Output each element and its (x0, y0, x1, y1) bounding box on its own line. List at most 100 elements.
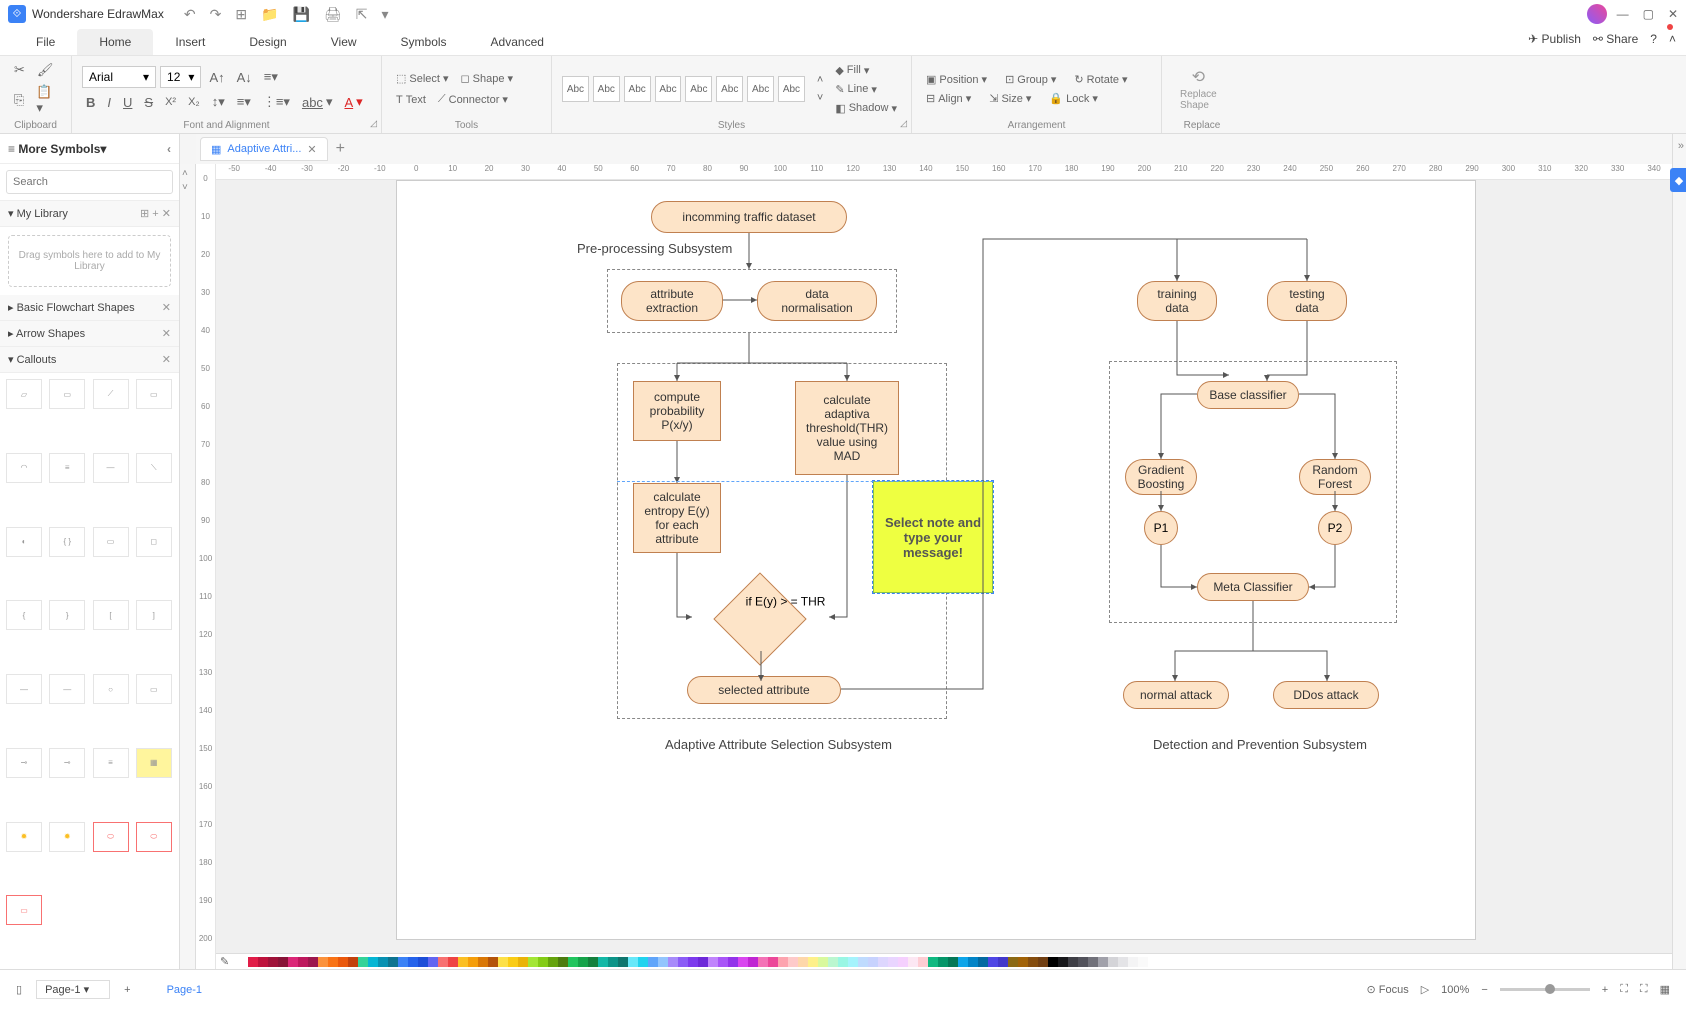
document-tab[interactable]: ▦ Adaptive Attri... ✕ (200, 137, 328, 161)
color-swatch[interactable] (828, 957, 838, 967)
callout-shape[interactable]: ▭ (49, 379, 85, 409)
callout-shape[interactable]: } (49, 600, 85, 630)
text-tool[interactable]: T Text (392, 92, 430, 108)
share-button[interactable]: ⚯ Share (1593, 32, 1638, 46)
zoom-slider[interactable] (1500, 988, 1590, 991)
abc-format-icon[interactable]: abc▾ (298, 92, 337, 112)
color-swatch[interactable] (808, 957, 818, 967)
node-selected-attr[interactable]: selected attribute (687, 676, 841, 704)
color-swatch[interactable] (938, 957, 948, 967)
color-swatch[interactable] (378, 957, 388, 967)
color-swatch[interactable] (448, 957, 458, 967)
color-swatch[interactable] (878, 957, 888, 967)
node-testing[interactable]: testing data (1267, 281, 1347, 321)
tab-symbols[interactable]: Symbols (379, 29, 469, 55)
save-icon[interactable]: 💾 (292, 6, 309, 23)
align-h-icon[interactable]: ≡▾ (260, 67, 282, 87)
color-swatch[interactable] (338, 957, 348, 967)
color-swatch[interactable] (1128, 957, 1138, 967)
node-ddos-attack[interactable]: DDos attack (1273, 681, 1379, 709)
expand-right-panel-icon[interactable]: » (1678, 140, 1684, 152)
color-swatch[interactable] (308, 957, 318, 967)
color-swatch[interactable] (1008, 957, 1018, 967)
node-p2[interactable]: P2 (1318, 511, 1352, 545)
callout-box-shape[interactable]: ▭ (6, 895, 42, 925)
more-symbols-label[interactable]: More Symbols (18, 142, 100, 156)
style-preset-3[interactable]: Abc (624, 76, 651, 102)
color-swatch[interactable] (398, 957, 408, 967)
callout-shape[interactable]: ⊸ (49, 748, 85, 778)
strike-icon[interactable]: S (140, 93, 157, 112)
color-swatch[interactable] (858, 957, 868, 967)
color-swatch[interactable] (1048, 957, 1058, 967)
group-menu[interactable]: ⊡ Group▾ (1001, 71, 1060, 88)
format-painter-icon[interactable]: 🖌 (33, 60, 58, 80)
subscript-icon[interactable]: X₂ (184, 94, 204, 110)
callout-shape[interactable]: ▭ (136, 674, 172, 704)
callout-shape[interactable]: ○ (93, 674, 129, 704)
add-page-icon[interactable]: + (124, 984, 130, 996)
styles-up-icon[interactable]: ˄ (813, 72, 827, 88)
color-swatch[interactable] (738, 957, 748, 967)
fullscreen-icon[interactable]: ⛶ (1640, 983, 1648, 996)
undo-icon[interactable]: ↶ (184, 6, 196, 23)
publish-button[interactable]: ✈ Publish (1528, 32, 1581, 46)
callout-shape[interactable]: — (49, 674, 85, 704)
close-button[interactable]: ✕ (1668, 7, 1678, 21)
color-swatch[interactable] (498, 957, 508, 967)
page-link[interactable]: Page-1 (167, 984, 202, 996)
font-color-icon[interactable]: A▾ (340, 92, 366, 112)
color-swatch[interactable] (758, 957, 768, 967)
page-panel-icon[interactable]: ▯ (16, 983, 22, 996)
close-tab-icon[interactable]: ✕ (307, 143, 316, 156)
callout-shape[interactable]: ▭ (136, 379, 172, 409)
callout-shape[interactable]: ◠ (6, 453, 42, 483)
color-swatch[interactable] (288, 957, 298, 967)
color-swatch[interactable] (588, 957, 598, 967)
color-swatch[interactable] (278, 957, 288, 967)
color-swatch[interactable] (798, 957, 808, 967)
callout-shape[interactable]: ◐ (6, 527, 42, 557)
callout-shape[interactable]: — (6, 674, 42, 704)
color-swatch[interactable] (968, 957, 978, 967)
color-swatch[interactable] (948, 957, 958, 967)
node-random-forest[interactable]: Random Forest (1299, 459, 1371, 495)
copy-icon[interactable]: ⎘ (10, 90, 28, 110)
redo-icon[interactable]: ↷ (210, 6, 222, 23)
color-swatch[interactable] (348, 957, 358, 967)
color-swatch[interactable] (558, 957, 568, 967)
bullets-icon[interactable]: ⋮≡▾ (259, 92, 294, 112)
color-swatch[interactable] (778, 957, 788, 967)
styles-dialog-icon[interactable]: ◿ (900, 118, 907, 129)
color-swatch[interactable] (1108, 957, 1118, 967)
tab-design[interactable]: Design (227, 29, 308, 55)
color-swatch[interactable] (768, 957, 778, 967)
color-swatch[interactable] (908, 957, 918, 967)
color-swatch[interactable] (468, 957, 478, 967)
node-base-classifier[interactable]: Base classifier (1197, 381, 1299, 409)
node-p1[interactable]: P1 (1144, 511, 1178, 545)
color-swatch[interactable] (838, 957, 848, 967)
symbol-search-input[interactable] (6, 170, 173, 194)
section-arrow-shapes[interactable]: ▸ Arrow Shapes✕ (0, 321, 179, 347)
callout-burst-shape[interactable]: ✹ (6, 822, 42, 852)
callout-shape[interactable]: ] (136, 600, 172, 630)
callout-shape[interactable]: [ (93, 600, 129, 630)
callout-shape[interactable]: ⟍ (136, 453, 172, 483)
color-swatch[interactable] (698, 957, 708, 967)
line-menu[interactable]: ✎ Line▾ (831, 81, 901, 98)
tab-insert[interactable]: Insert (153, 29, 227, 55)
style-preset-1[interactable]: Abc (562, 76, 589, 102)
color-swatch[interactable] (648, 957, 658, 967)
color-swatch[interactable] (578, 957, 588, 967)
size-menu[interactable]: ⇲ Size▾ (985, 90, 1035, 107)
position-menu[interactable]: ▣ Position▾ (922, 71, 991, 88)
zoom-in-icon[interactable]: + (1602, 984, 1608, 996)
color-swatch[interactable] (1068, 957, 1078, 967)
color-swatch[interactable] (898, 957, 908, 967)
color-swatch[interactable] (438, 957, 448, 967)
style-preset-7[interactable]: Abc (747, 76, 774, 102)
style-preset-5[interactable]: Abc (685, 76, 712, 102)
font-size-select[interactable]: 12▾ (160, 66, 201, 88)
increase-font-icon[interactable]: A↑ (205, 68, 228, 87)
